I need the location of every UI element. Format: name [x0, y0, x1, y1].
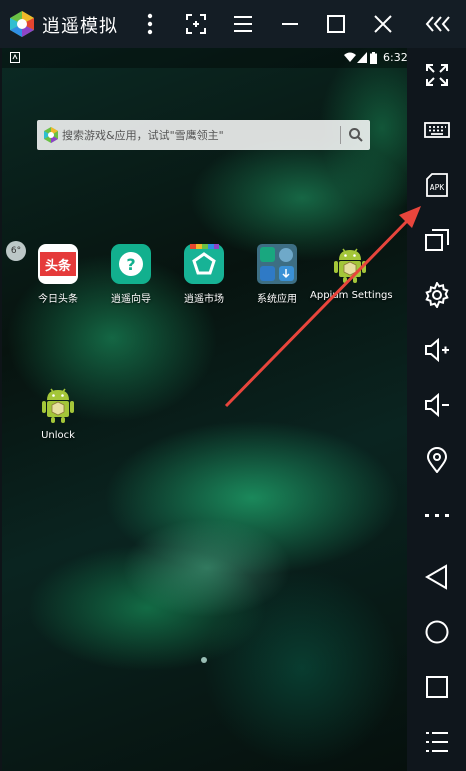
market-icon [184, 244, 224, 284]
app-label: Appium Settings [310, 290, 393, 301]
toutiao-icon-text: 头条 [45, 258, 72, 274]
search-icon[interactable] [348, 127, 364, 143]
location-icon[interactable] [424, 447, 450, 473]
app-label: 系统应用 [257, 294, 297, 305]
collapse-sidebar-icon[interactable] [424, 12, 452, 36]
minimize-icon[interactable] [278, 12, 302, 36]
app-label: 逍遥市场 [184, 294, 224, 305]
wifi-icon [344, 52, 356, 62]
app-system-folder[interactable]: 系统应用 [237, 244, 317, 305]
search-placeholder[interactable]: 搜索游戏&应用，试试"雪鹰领主" [62, 127, 224, 143]
more-icon[interactable] [424, 502, 450, 528]
back-icon[interactable] [424, 564, 450, 590]
fullscreen-icon[interactable] [424, 62, 450, 88]
right-toolbar: APK [407, 48, 466, 771]
search-logo-icon [44, 127, 58, 143]
more-vertical-icon[interactable] [138, 12, 162, 36]
guide-icon: ? [111, 244, 151, 284]
volume-down-icon[interactable] [424, 392, 450, 418]
battery-icon [370, 52, 377, 64]
status-bar: 6:32 [2, 48, 407, 68]
android-icon [334, 248, 366, 283]
settings-icon[interactable] [424, 282, 450, 308]
search-bar[interactable]: 搜索游戏&应用，试试"雪鹰领主" [37, 120, 370, 150]
android-screen[interactable]: 6:32 搜索游戏&应用，试试"雪鹰领主" 6° 头条 今日头条 ? 逍遥向导 … [2, 48, 407, 771]
screenshot-icon[interactable] [184, 12, 208, 36]
maximize-icon[interactable] [324, 12, 348, 36]
app-label: 今日头条 [38, 294, 78, 305]
app-guide[interactable]: ? 逍遥向导 [91, 244, 171, 305]
app-unlock[interactable]: Unlock [18, 384, 98, 441]
apk-label: APK [430, 183, 445, 192]
app-toutiao[interactable]: 头条 今日头条 [18, 244, 98, 305]
guide-icon-text: ? [126, 255, 135, 274]
list-icon[interactable] [231, 12, 255, 36]
recents-icon[interactable] [424, 674, 450, 700]
app-market[interactable]: 逍遥市场 [164, 244, 244, 305]
app-label: Unlock [41, 430, 75, 441]
app-appium-settings[interactable]: Appium Settings [310, 244, 393, 301]
system-apps-folder-icon [257, 244, 297, 284]
signal-icon [357, 52, 367, 63]
window-title: 逍遥模拟 [42, 16, 118, 37]
app-label: 逍遥向导 [111, 294, 151, 305]
close-icon[interactable] [371, 12, 395, 36]
title-bar: 逍遥模拟 [0, 0, 466, 48]
android-icon [42, 388, 74, 423]
app-logo-icon [10, 11, 34, 37]
multi-window-icon[interactable] [424, 227, 450, 253]
volume-up-icon[interactable] [424, 337, 450, 363]
page-indicator [201, 657, 207, 663]
toutiao-icon: 头条 [38, 244, 78, 284]
home-icon[interactable] [424, 619, 450, 645]
menu-list-icon[interactable] [424, 729, 450, 755]
search-divider [340, 126, 341, 144]
apk-install-icon[interactable]: APK [424, 172, 450, 198]
notification-icon [10, 52, 20, 63]
keyboard-icon[interactable] [424, 117, 450, 143]
status-time: 6:32 [383, 51, 407, 64]
